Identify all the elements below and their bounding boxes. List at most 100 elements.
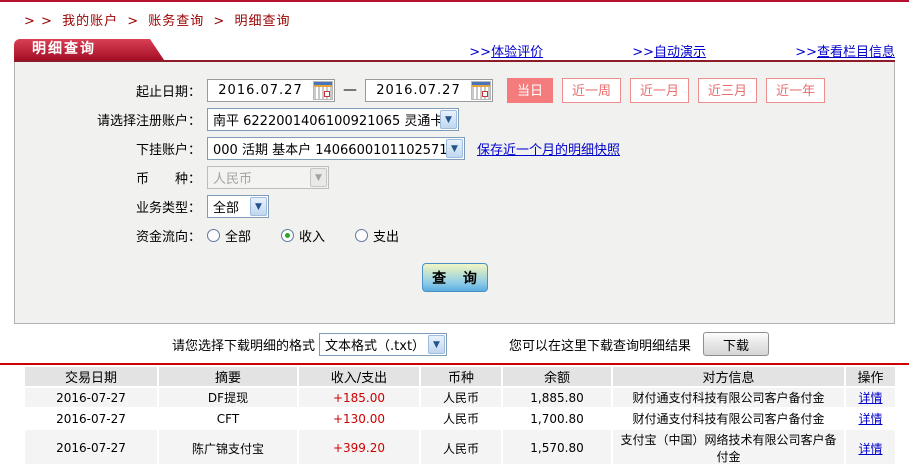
currency-label: 币 种： [135,171,201,187]
link-view-column-info[interactable]: >>查看栏目信息 [795,45,895,60]
detail-link[interactable]: 详情 [858,412,882,426]
table-row: 2016-07-27 陈广锦支付宝 +399.20 人民币 1,570.80 支… [25,429,895,464]
radio-icon[interactable] [207,228,220,242]
cell-balance: 1,885.80 [502,387,613,408]
radio-icon[interactable] [355,228,369,242]
chevron-down-icon: ▼ [250,196,267,216]
business-type-row: 业务类型： 全部 ▼ [15,194,894,218]
preset-last-month-button[interactable]: 近一月 [630,77,690,103]
sub-account-value: 000 活期 基本户 1406600101102571848 [213,142,446,158]
query-button-row: 查 询 [15,263,894,292]
cell-date: 2016-07-27 [25,429,159,464]
currency-row: 币 种： 人民币 ▼ [15,165,894,189]
col-header-counterparty: 对方信息 [612,367,846,387]
download-format-select[interactable]: 文本格式（.txt） ▼ [319,332,448,356]
col-header-date: 交易日期 [25,367,159,387]
query-form-panel: 起止日期： 2016.07.27 — 2016.07.27 当日 近一周 近一月… [14,62,895,324]
chevron-down-icon: ▼ [440,109,457,129]
radio-option-income[interactable]: 收入 [281,226,325,245]
sub-account-row: 下挂账户： 000 活期 基本户 1406600101102571848 ▼ 保… [15,136,894,160]
cell-balance: 1,570.80 [502,429,613,464]
save-snapshot-link[interactable]: 保存近一个月的明细快照 [477,139,620,158]
cell-counterparty: 财付通支付科技有限公司客户备付金 [612,408,846,429]
link-label: 自动演示 [654,45,707,60]
tab-underline [14,60,895,62]
fund-flow-options: 全部 收入 支出 [207,226,429,245]
cell-date: 2016-07-27 [25,408,159,429]
col-header-summary: 摘要 [158,367,299,387]
preset-last-3-months-button[interactable]: 近三月 [698,77,758,103]
date-presets: 当日 近一周 近一月 近三月 近一年 [507,77,834,103]
fund-flow-label: 资金流向： [135,229,201,245]
calendar-icon[interactable] [471,80,491,100]
start-date-input[interactable]: 2016.07.27 [207,78,335,102]
cell-counterparty: 支付宝（中国）网络技术有限公司客户备付金 [612,429,846,464]
breadcrumb-item-my-account[interactable]: 我的账户 [62,14,118,29]
currency-value: 人民币 [213,171,253,187]
preset-last-year-button[interactable]: 近一年 [766,77,826,103]
register-account-row: 请选择注册账户： 南平 6222001406100921065 灵通卡 ▼ [15,107,894,131]
breadcrumb-separator: > [213,14,226,29]
header-links: >>体验评价 >>自动演示 >>查看栏目信息 [384,41,895,60]
radio-label: 全部 [225,229,252,245]
col-header-action: 操作 [845,367,895,387]
breadcrumb-prefix: > > [24,14,53,29]
cell-summary: CFT [158,408,299,429]
cell-summary: DF提现 [158,387,299,408]
cell-currency: 人民币 [420,429,503,464]
link-experience-rating[interactable]: >>体验评价 [469,45,543,60]
query-button[interactable]: 查 询 [421,263,488,292]
business-type-value: 全部 [213,200,240,216]
sub-account-select[interactable]: 000 活期 基本户 1406600101102571848 ▼ [207,136,465,160]
preset-today-button[interactable]: 当日 [507,77,554,103]
top-accent-line [0,0,909,2]
section-header: 明细查询 >>体验评价 >>自动演示 >>查看栏目信息 [14,39,895,62]
detail-link[interactable]: 详情 [858,391,882,405]
register-account-value: 南平 6222001406100921065 灵通卡 [213,113,440,129]
table-header-row: 交易日期 摘要 收入/支出 币种 余额 对方信息 操作 [25,367,895,387]
sub-account-label: 下挂账户： [135,142,201,158]
col-header-balance: 余额 [502,367,613,387]
link-label: 查看栏目信息 [816,45,895,60]
breadcrumb: > > 我的账户 > 账务查询 > 明细查询 [24,10,909,29]
chevron-down-icon: ▼ [310,167,327,187]
register-account-select[interactable]: 南平 6222001406100921065 灵通卡 ▼ [207,107,459,131]
cell-balance: 1,700.80 [502,408,613,429]
cell-date: 2016-07-27 [25,387,159,408]
date-range-dash: — [343,82,357,98]
end-date-input[interactable]: 2016.07.27 [365,78,493,102]
preset-last-week-button[interactable]: 近一周 [562,77,622,103]
radio-option-all[interactable]: 全部 [207,226,251,245]
business-type-select[interactable]: 全部 ▼ [207,194,269,218]
date-range-label: 起止日期： [135,84,201,100]
breadcrumb-item-detail-query[interactable]: 明细查询 [234,14,290,29]
table-row: 2016-07-27 DF提现 +185.00 人民币 1,885.80 财付通… [25,387,895,408]
date-range-row: 起止日期： 2016.07.27 — 2016.07.27 当日 近一周 近一月… [15,77,894,103]
calendar-icon[interactable] [313,80,333,100]
col-header-currency: 币种 [420,367,503,387]
breadcrumb-item-account-query[interactable]: 账务查询 [148,14,204,29]
download-format-value: 文本格式（.txt） [325,338,426,354]
link-prefix: >> [469,45,492,60]
start-date-value: 2016.07.27 [218,82,303,98]
table-row: 2016-07-27 CFT +130.00 人民币 1,700.80 财付通支… [25,408,895,429]
radio-icon[interactable] [281,228,295,242]
download-row: 请您选择下载明细的格式 文本格式（.txt） ▼ 您可以在这里下载查询明细结果 … [172,331,909,357]
detail-link[interactable]: 详情 [858,442,882,456]
radio-label: 收入 [299,229,326,245]
chevron-down-icon: ▼ [428,334,446,354]
radio-label: 支出 [373,229,400,245]
table-top-divider [0,363,909,365]
download-button[interactable]: 下载 [703,332,770,356]
radio-option-expense[interactable]: 支出 [355,226,399,245]
breadcrumb-separator: > [127,14,140,29]
cell-counterparty: 财付通支付科技有限公司客户备付金 [612,387,846,408]
link-auto-demo[interactable]: >>自动演示 [632,45,706,60]
cell-amount: +185.00 [298,387,421,408]
cell-currency: 人民币 [420,408,503,429]
cell-amount: +130.00 [298,408,421,429]
col-header-amount: 收入/支出 [298,367,421,387]
cell-currency: 人民币 [420,387,503,408]
link-prefix: >> [795,45,817,60]
fund-flow-row: 资金流向： 全部 收入 支出 [15,223,894,247]
